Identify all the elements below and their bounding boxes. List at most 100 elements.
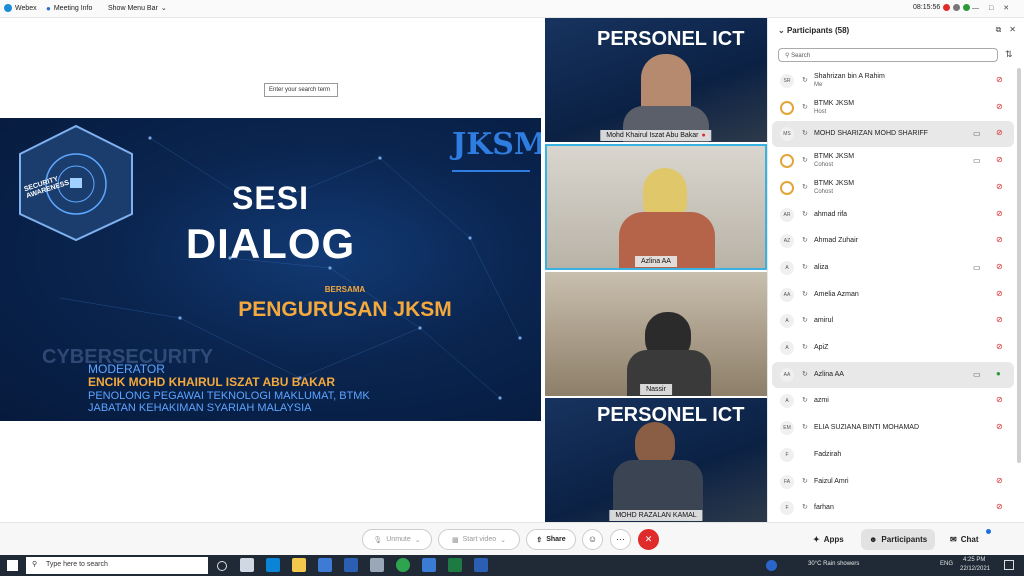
participant-row[interactable]: ↻ BTMK JKSM Host ⊘ [772, 95, 1014, 121]
avatar: A [780, 260, 794, 275]
more-options-icon[interactable]: ⋯ [610, 529, 631, 550]
participant-name: BTMK JKSM [814, 179, 855, 187]
scrollbar[interactable] [1017, 68, 1021, 463]
participant-row[interactable]: F Fadzirah [772, 442, 1014, 468]
leave-meeting-button[interactable]: ✕ [638, 529, 659, 550]
mic-muted-icon[interactable]: ⊘ [996, 315, 1003, 324]
video-icon: ▭ [973, 129, 981, 139]
connection-icon: ↻ [802, 317, 808, 325]
avatar [953, 4, 961, 11]
participant-row[interactable]: FA ↻ Faizul Amri ⊘ [772, 469, 1014, 495]
participant-row[interactable]: EM ↻ ELIA SUZIANA BINTI MOHAMAD ⊘ [772, 415, 1014, 441]
apps-button[interactable]: ✦ Apps [805, 529, 852, 550]
cortana-icon[interactable] [217, 561, 227, 571]
share-button[interactable]: ⇧ Share [526, 529, 576, 550]
mic-muted-icon[interactable]: ⊘ [996, 75, 1003, 84]
webex-app-menu[interactable]: Webex [4, 4, 37, 12]
participant-row[interactable]: MS ↻ MOHD SHARIZAN MOHD SHARIFF ▭ ⊘ [772, 121, 1014, 148]
close-icon[interactable]: ✕ [1003, 4, 1009, 12]
video-tile[interactable]: Nassir [545, 272, 767, 396]
participant-name: Fadzirah [814, 450, 842, 458]
video-tile[interactable]: PERSONEL ICT Mohd Khairul Iszat Abu Baka… [545, 18, 767, 142]
participants-button[interactable]: ☻ Participants [861, 529, 936, 550]
avatar: EM [780, 421, 794, 436]
participant-row[interactable]: AA ↻ Amelia Azman ⊘ [772, 282, 1014, 308]
excel-icon[interactable] [448, 558, 462, 572]
mic-muted-icon[interactable]: ⊘ [996, 395, 1003, 404]
weather-widget[interactable]: 30°C Rain showers [808, 561, 859, 567]
taskbar-search-input[interactable]: ⚲ Type here to search [26, 557, 208, 574]
mic-on-icon[interactable]: ● [996, 369, 1001, 378]
avatar [780, 154, 794, 169]
participant-row[interactable]: A ↻ aliza ▭ ⊘ [772, 255, 1014, 281]
notifications-icon[interactable] [1004, 560, 1014, 570]
participant-role: Host [814, 108, 827, 115]
language-indicator[interactable]: ENG [940, 561, 953, 567]
chevron-down-icon: ⌄ [414, 536, 421, 544]
mic-muted-icon[interactable]: ⊘ [996, 289, 1003, 298]
mic-muted-icon[interactable]: ⊘ [996, 155, 1003, 164]
video-tile[interactable]: PERSONEL ICT MOHD RAZALAN KAMAL [545, 398, 767, 522]
mic-muted-icon[interactable]: ⊘ [996, 502, 1003, 511]
top-bar: Webex ● Meeting Info Show Menu Bar ⌄ 08:… [0, 0, 1024, 18]
avatar: AA [780, 287, 794, 302]
participant-row[interactable]: AA ↻ Azlina AA ▭ ● [772, 361, 1014, 388]
edge-icon[interactable] [266, 558, 280, 572]
mic-muted-icon[interactable]: ⊘ [996, 128, 1003, 137]
participant-row[interactable]: A ↻ azmi ⊘ [772, 388, 1014, 414]
participants-icon: ☻ [869, 535, 878, 544]
participant-row[interactable]: ↻ BTMK JKSM Cohost ⊘ [772, 175, 1014, 201]
mic-muted-icon[interactable]: ⊘ [996, 262, 1003, 271]
file-explorer-icon[interactable] [292, 558, 306, 572]
meeting-info-button[interactable]: ● Meeting Info [46, 4, 92, 13]
webex-taskbar-icon[interactable] [422, 558, 436, 572]
maximize-icon[interactable]: □ [989, 5, 993, 12]
avatar: A [780, 314, 794, 329]
participant-row[interactable]: A ↻ ApiZ ⊘ [772, 335, 1014, 361]
sort-icon[interactable]: ⇅ [1005, 49, 1013, 60]
clock-date[interactable]: 22/12/2021 [960, 566, 990, 572]
close-icon[interactable]: ✕ [1009, 25, 1016, 35]
shield-icon: ● [46, 4, 51, 13]
slide-title-line2: DIALOG [185, 220, 356, 267]
mic-muted-icon[interactable]: ⊘ [996, 476, 1003, 485]
connection-icon: ↻ [802, 77, 808, 84]
participant-row[interactable]: SR ↻ Shahrizan bin A Rahim Me ⊘ [772, 68, 1014, 94]
app-tray-icon[interactable] [766, 560, 777, 571]
window-controls: — □ ✕ [972, 4, 1009, 13]
video-tile-active-speaker[interactable]: Azlina AA [545, 144, 767, 270]
app-icon[interactable] [370, 558, 384, 572]
participant-row[interactable]: ↻ BTMK JKSM Cohost ▭ ⊘ [772, 148, 1014, 174]
mic-muted-icon[interactable]: ⊘ [996, 102, 1003, 111]
video-icon: ▭ [973, 369, 981, 379]
windows-start-icon[interactable] [7, 560, 18, 571]
store-icon[interactable] [318, 558, 332, 572]
minimize-icon[interactable]: — [972, 5, 979, 12]
clock-time[interactable]: 4:25 PM [963, 557, 985, 563]
participant-name: amirul [814, 317, 834, 325]
show-menu-bar-button[interactable]: Show Menu Bar ⌄ [108, 4, 167, 13]
participant-row[interactable]: AR ↻ ahmad rifa ⊘ [772, 202, 1014, 228]
mail-icon[interactable] [344, 558, 358, 572]
mic-muted-icon[interactable]: ⊘ [996, 209, 1003, 218]
participants-header[interactable]: ⌄ Participants (58) [778, 26, 849, 35]
chevron-down-icon: ⌄ [160, 5, 167, 12]
chrome-icon[interactable] [396, 558, 410, 572]
mic-muted-icon[interactable]: ⊘ [996, 342, 1003, 351]
word-icon[interactable] [474, 558, 488, 572]
participant-row[interactable]: F ↻ farhan ⊘ [772, 495, 1014, 521]
mic-muted-icon[interactable]: ⊘ [996, 182, 1003, 191]
participants-search-input[interactable]: ⚲ Search [778, 48, 998, 62]
participant-row[interactable]: A ↻ amirul ⊘ [772, 308, 1014, 334]
chat-button[interactable]: ✉ Chat [942, 529, 991, 550]
popout-icon[interactable]: ⧉ [996, 25, 1002, 35]
participant-row[interactable]: AZ ↻ Ahmad Zuhair ⊘ [772, 228, 1014, 254]
mic-muted-icon[interactable]: ⊘ [996, 422, 1003, 431]
start-video-button[interactable]: ▩ Start video ⌄ [438, 529, 520, 550]
connection-icon: ↻ [802, 370, 808, 378]
task-view-icon[interactable] [240, 558, 254, 572]
reactions-icon[interactable]: ☺ [582, 529, 603, 550]
apps-icon: ✦ [813, 535, 820, 544]
mic-muted-icon[interactable]: ⊘ [996, 235, 1003, 244]
unmute-button[interactable]: 🎙 Unmute ⌄ [362, 529, 432, 550]
